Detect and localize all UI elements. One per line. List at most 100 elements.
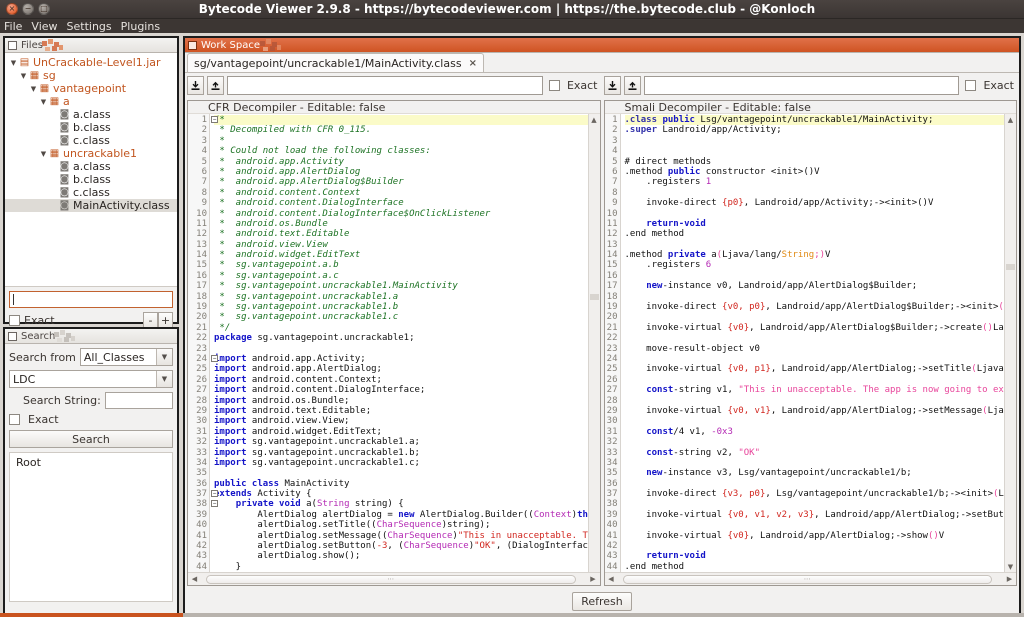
scroll-left-icon[interactable]: ◀ — [605, 575, 618, 583]
tree-item[interactable]: ·◙b.class — [5, 173, 177, 186]
scroll-up-icon[interactable]: ▲ — [1005, 114, 1016, 125]
cfr-code-area[interactable]: 1−23456789101112131415161718192021222324… — [188, 114, 600, 572]
code-token: move-result-object v0 — [625, 344, 760, 354]
line-number: 44 — [188, 562, 209, 572]
refresh-button[interactable]: Refresh — [572, 592, 632, 611]
tree-expand-icon[interactable]: ▼ — [29, 85, 38, 93]
chevron-down-icon[interactable]: ▼ — [156, 371, 172, 387]
panel-restore-icon[interactable] — [188, 41, 197, 50]
left-exact-checkbox[interactable] — [549, 80, 560, 91]
chevron-down-icon[interactable]: ▼ — [156, 349, 172, 365]
file-tree[interactable]: ▼▤UnCrackable-Level1.jar▼▦sg▼▦vantagepoi… — [5, 53, 177, 287]
code-token: .super — [625, 125, 658, 135]
code-fold-icon[interactable]: − — [211, 355, 218, 362]
code-token: string) { — [350, 499, 404, 509]
document-tab-mainactivity[interactable]: sg/vantagepoint/uncrackable1/MainActivit… — [187, 53, 484, 72]
panel-restore-icon[interactable] — [8, 41, 17, 50]
scroll-up-icon[interactable]: ▲ — [589, 114, 600, 125]
save-icon[interactable] — [187, 76, 204, 95]
code-line: invoke-virtual {v0}, Landroid/app/AlertD… — [625, 531, 1017, 541]
tree-item[interactable]: ▼▤UnCrackable-Level1.jar — [5, 56, 177, 69]
code-line — [625, 292, 1017, 302]
code-line: * sg.vantagepoint.uncrackable1.a — [214, 292, 600, 302]
load-icon[interactable] — [624, 76, 641, 95]
code-token: alertDialog.setTitle(( — [214, 520, 377, 530]
code-token: invoke-direct — [625, 302, 723, 312]
tree-expand-icon[interactable]: ▼ — [39, 150, 48, 158]
search-results-tree[interactable]: Root — [9, 452, 173, 602]
tree-item[interactable]: ·◙MainActivity.class — [5, 199, 177, 212]
search-results-root[interactable]: Root — [16, 456, 172, 469]
workspace-titlebar[interactable]: Work Space — [185, 38, 1019, 53]
search-exact-label: Exact — [28, 413, 59, 426]
code-fold-icon[interactable]: − — [211, 500, 218, 507]
search-button[interactable]: Search — [9, 430, 173, 448]
tree-expand-icon[interactable]: ▼ — [9, 59, 18, 67]
smali-code-area[interactable]: 1234567891011121314151617181920212223242… — [605, 114, 1017, 572]
search-type-select[interactable]: LDC ▼ — [9, 370, 173, 388]
panel-restore-icon[interactable] — [8, 332, 17, 341]
code-fold-icon[interactable]: − — [211, 116, 218, 123]
search-string-row: Search String: — [9, 392, 173, 409]
smali-horizontal-scrollbar[interactable]: ◀ ⋯ ▶ — [605, 572, 1017, 585]
file-filter-input[interactable] — [9, 291, 173, 308]
code-token: * android.content.DialogInterface$OnClic… — [214, 209, 490, 219]
editor-toolbar: Exact Exact — [185, 73, 1019, 95]
maximize-icon[interactable]: □ — [38, 3, 50, 15]
menu-item-settings[interactable]: Settings — [67, 20, 112, 33]
load-icon[interactable] — [207, 76, 224, 95]
scroll-right-icon[interactable]: ▶ — [587, 575, 600, 583]
menu-item-plugins[interactable]: Plugins — [121, 20, 160, 33]
font-decrease-button[interactable]: - — [143, 312, 158, 328]
scroll-down-icon[interactable]: ▼ — [1005, 561, 1016, 572]
font-increase-button[interactable]: + — [158, 312, 173, 328]
code-fold-icon[interactable]: − — [211, 490, 218, 497]
files-panel-titlebar[interactable]: Files — [5, 38, 177, 53]
right-search-input[interactable] — [644, 76, 960, 95]
line-number: 31 — [605, 427, 620, 437]
tree-item[interactable]: ·◙a.class — [5, 160, 177, 173]
scroll-thumb[interactable]: ⋯ — [623, 575, 993, 584]
code-line: new-instance v0, Landroid/app/AlertDialo… — [625, 281, 1017, 291]
code-line: /* — [214, 115, 600, 125]
scroll-thumb[interactable]: ⋯ — [206, 575, 576, 584]
tree-item[interactable]: ▼▦sg — [5, 69, 177, 82]
search-string-input[interactable] — [105, 392, 173, 409]
search-from-select[interactable]: All_Classes ▼ — [80, 348, 173, 366]
right-exact-checkbox[interactable] — [965, 80, 976, 91]
search-exact-checkbox[interactable] — [9, 414, 20, 425]
search-panel-titlebar[interactable]: Search — [5, 329, 177, 344]
close-icon[interactable]: × — [6, 3, 18, 15]
tree-item[interactable]: ·◙c.class — [5, 186, 177, 199]
cfr-code-content[interactable]: /* * Decompiled with CFR 0_115. * * Coul… — [210, 114, 600, 572]
tree-item[interactable]: ▼▦vantagepoint — [5, 82, 177, 95]
tree-item[interactable]: ▼▦uncrackable1 — [5, 147, 177, 160]
code-line: public class MainActivity — [214, 479, 600, 489]
tree-item[interactable]: ▼▦a — [5, 95, 177, 108]
tree-item[interactable]: ·◙b.class — [5, 121, 177, 134]
scroll-right-icon[interactable]: ▶ — [1003, 575, 1016, 583]
cfr-vertical-scrollbar[interactable]: ▲ — [588, 114, 600, 572]
smali-code-content[interactable]: .class public Lsg/vantagepoint/uncrackab… — [621, 114, 1017, 572]
line-number: 36 — [605, 479, 620, 489]
code-token: invoke-virtual — [625, 406, 728, 416]
tree-item[interactable]: ·◙c.class — [5, 134, 177, 147]
menu-item-file[interactable]: File — [4, 20, 22, 33]
scroll-left-icon[interactable]: ◀ — [188, 575, 201, 583]
files-exact-checkbox[interactable] — [9, 315, 20, 326]
tree-expand-icon[interactable]: ▼ — [39, 98, 48, 106]
left-search-input[interactable] — [227, 76, 543, 95]
minimize-icon[interactable]: − — [22, 3, 34, 15]
line-number: 30 — [188, 416, 209, 426]
smali-vertical-scrollbar[interactable]: ▲ ▼ — [1004, 114, 1016, 572]
cfr-horizontal-scrollbar[interactable]: ◀ ⋯ ▶ — [188, 572, 600, 585]
close-icon[interactable]: × — [469, 58, 477, 69]
tree-expand-icon[interactable]: ▼ — [19, 72, 28, 80]
tree-item[interactable]: ·◙a.class — [5, 108, 177, 121]
code-line: * android.widget.EditText — [214, 250, 600, 260]
code-token: -string v1, — [673, 385, 738, 395]
code-token: {v0, p0} — [722, 302, 765, 312]
line-number: 40 — [605, 520, 620, 530]
save-icon[interactable] — [604, 76, 621, 95]
menu-item-view[interactable]: View — [31, 20, 57, 33]
